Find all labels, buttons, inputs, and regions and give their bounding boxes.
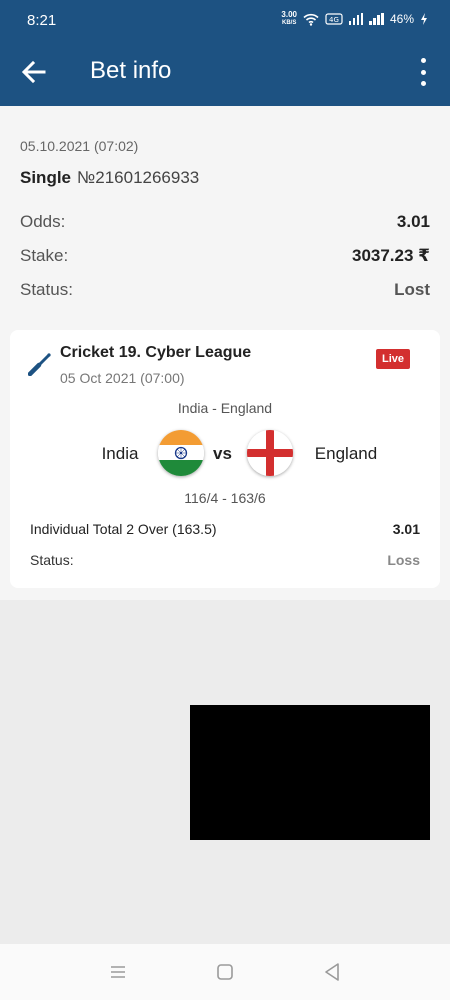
- charging-icon: [421, 13, 427, 25]
- match-name: India - England: [177, 400, 273, 416]
- bet-type-row: Single №21601266933: [20, 168, 199, 188]
- svg-text:4G: 4G: [329, 16, 339, 24]
- signal-1-icon: [348, 13, 364, 25]
- status-icons: 3.00 KB/S 4G 46%: [281, 11, 428, 27]
- status-value: Lost: [394, 280, 430, 299]
- bet-type: Single: [20, 168, 72, 187]
- home-button[interactable]: [213, 960, 237, 984]
- system-nav-bar: [0, 944, 450, 1000]
- market-odds: 3.01: [392, 521, 420, 537]
- odds-value: 3.01: [396, 212, 430, 231]
- app-bar: Bet info: [0, 36, 450, 106]
- league-name: Cricket 19. Cyber League: [60, 344, 252, 361]
- more-vert-icon: [420, 58, 426, 63]
- status-row: Status: Lost: [20, 278, 430, 302]
- status-label: Status:: [20, 280, 73, 299]
- bet-date: 05.10.2021 (07:02): [20, 138, 139, 154]
- wifi-icon: [303, 13, 319, 26]
- more-options-button[interactable]: [416, 58, 430, 86]
- back-button[interactable]: [18, 56, 50, 88]
- team1-name: India: [101, 444, 139, 463]
- net-speed: 3.00 KB/S: [281, 10, 297, 27]
- redacted-overlay: [190, 705, 430, 840]
- system-back-button[interactable]: [320, 960, 344, 984]
- vs-label: vs: [213, 444, 232, 463]
- event-status-label: Status:: [30, 552, 74, 568]
- status-bar: 8:21 3.00 KB/S 4G 46%: [0, 0, 450, 36]
- odds-row: Odds: 3.01: [20, 210, 430, 234]
- home-icon: [217, 964, 233, 980]
- recent-apps-button[interactable]: [106, 960, 130, 984]
- team2-name: England: [314, 444, 378, 463]
- match-score: 116/4 - 163/6: [184, 490, 266, 506]
- market-name: Individual Total 2 Over (163.5): [30, 521, 217, 537]
- arrow-left-icon: [21, 60, 46, 84]
- live-badge: Live: [376, 349, 410, 369]
- back-triangle-icon: [325, 963, 339, 981]
- signal-2-icon: [369, 13, 384, 25]
- bet-number: №21601266933: [77, 168, 200, 187]
- event-date: 05 Oct 2021 (07:00): [60, 370, 185, 386]
- india-flag-icon: [158, 430, 204, 476]
- event-status-value: Loss: [387, 552, 420, 568]
- event-card[interactable]: Cricket 19. Cyber League 05 Oct 2021 (07…: [10, 330, 440, 588]
- england-flag-icon: [247, 430, 293, 476]
- status-time: 8:21: [27, 12, 57, 29]
- volte-icon: 4G: [325, 13, 343, 25]
- stake-label: Stake:: [20, 246, 69, 265]
- cricket-bat-icon: [28, 353, 51, 376]
- page-title: Bet info: [90, 57, 172, 84]
- stake-row: Stake: 3037.23 ₹: [20, 244, 430, 268]
- odds-label: Odds:: [20, 212, 66, 231]
- stake-value: 3037.23 ₹: [351, 246, 430, 265]
- recent-apps-icon: [111, 966, 125, 978]
- battery-percent: 46%: [389, 12, 414, 26]
